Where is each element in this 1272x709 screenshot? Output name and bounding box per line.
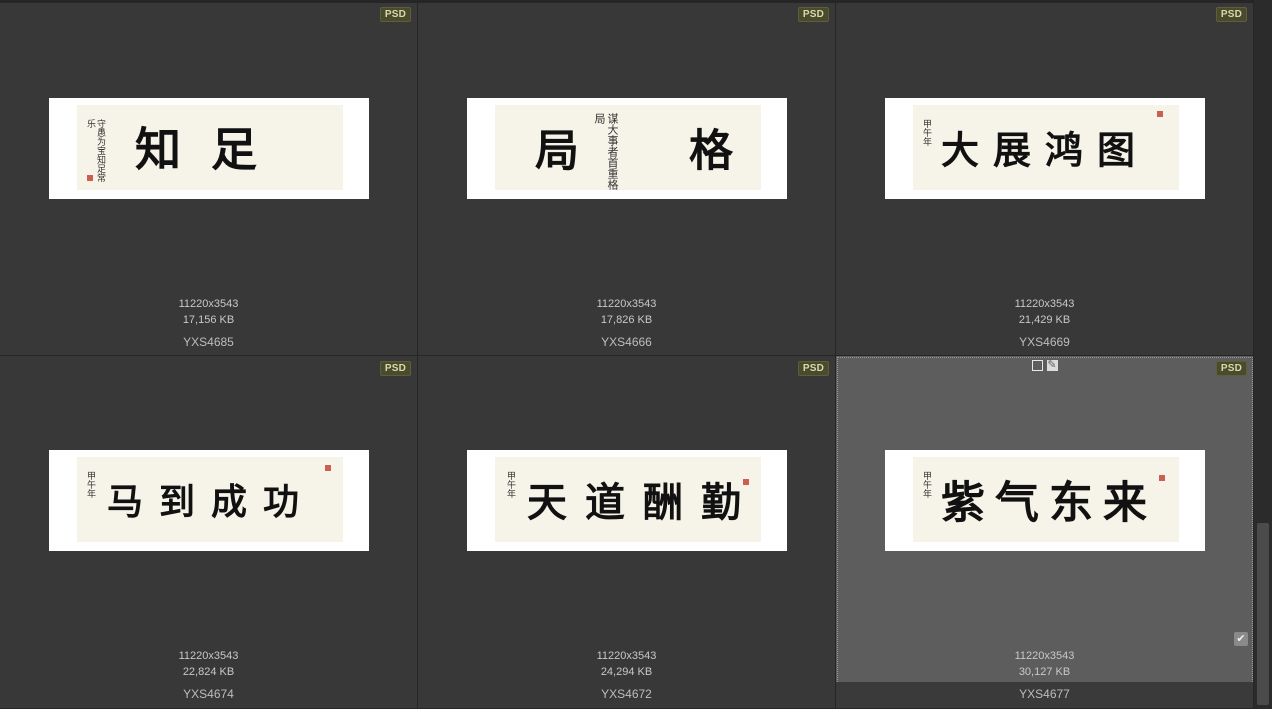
- calligraphy-inscription: 甲午年: [85, 471, 95, 498]
- calligraphy-main-text: 知足: [135, 122, 287, 177]
- file-name[interactable]: YXS4677: [836, 687, 1253, 701]
- format-badge: PSD: [379, 361, 411, 376]
- thumbnail-cell[interactable]: PSD 天道酬勤 甲午年 11220x3543 24,294 KB YXS467…: [418, 356, 836, 709]
- calligraphy-main-text: 局格: [535, 125, 733, 177]
- thumbnail-cell[interactable]: PSD 大展鸿图 甲午年 11220x3543 21,429 KB YXS466…: [836, 0, 1254, 356]
- file-name[interactable]: YXS4669: [836, 335, 1253, 349]
- thumbnail-cell[interactable]: PSD 局格 谋大事者首重格局 11220x3543 17,826 KB YXS…: [418, 0, 836, 356]
- seal-stamp: [1157, 111, 1163, 117]
- check-icon[interactable]: ✔: [1234, 632, 1248, 646]
- file-size: 17,156 KB: [182, 314, 235, 326]
- format-badge: PSD: [1215, 7, 1247, 22]
- thumbnail-image[interactable]: 天道酬勤 甲午年: [467, 450, 787, 551]
- file-dimensions: 11220x3543: [596, 650, 657, 662]
- thumbnail-cell[interactable]: PSD 马到成功 甲午年 11220x3543 22,824 KB YXS467…: [0, 356, 418, 709]
- thumbnail-image[interactable]: 局格 谋大事者首重格局: [467, 98, 787, 199]
- file-meta: 11220x3543 17,826 KB: [418, 296, 835, 328]
- seal-stamp: [1159, 475, 1165, 481]
- calligraphy-paper: 天道酬勤 甲午年: [495, 457, 761, 542]
- format-badge: PSD: [379, 7, 411, 22]
- calligraphy-paper: 局格 谋大事者首重格局: [495, 105, 761, 190]
- file-size: 30,127 KB: [1018, 666, 1071, 678]
- thumbnail-image[interactable]: 紫气东来 甲午年: [885, 450, 1205, 551]
- calligraphy-paper: 紫气东来 甲午年: [913, 457, 1179, 542]
- thumbnail-image[interactable]: 知足 守愚为宝知足常乐: [49, 98, 369, 199]
- calligraphy-paper: 大展鸿图 甲午年: [913, 105, 1179, 190]
- seal-stamp: [743, 479, 749, 485]
- calligraphy-main-text: 紫气东来: [941, 477, 1157, 529]
- format-badge: PSD: [797, 7, 829, 22]
- file-meta: 11220x3543 30,127 KB: [836, 648, 1253, 680]
- file-dimensions: 11220x3543: [1014, 650, 1075, 662]
- file-dimensions: 11220x3543: [178, 650, 239, 662]
- calligraphy-inscription: 甲午年: [921, 471, 931, 498]
- file-dimensions: 11220x3543: [596, 298, 657, 310]
- calligraphy-main-text: 大展鸿图: [941, 126, 1150, 172]
- file-name[interactable]: YXS4685: [0, 335, 417, 349]
- scrollbar-thumb[interactable]: [1257, 523, 1269, 705]
- file-size: 17,826 KB: [600, 314, 653, 326]
- calligraphy-inscription: 谋大事者首重格局: [593, 113, 619, 190]
- thumbnail-cell-selected[interactable]: ✎ PSD 紫气东来 甲午年 ✔ 11220x3543 30,127 KB YX…: [836, 356, 1254, 709]
- file-meta: 11220x3543 17,156 KB: [0, 296, 417, 328]
- thumbnail-cell[interactable]: PSD 知足 守愚为宝知足常乐 11220x3543 17,156 KB YXS…: [0, 0, 418, 356]
- thumbnail-image[interactable]: 马到成功 甲午年: [49, 450, 369, 551]
- calligraphy-main-text: 马到成功: [107, 480, 316, 523]
- calligraphy-inscription: 甲午年: [921, 119, 931, 146]
- file-dimensions: 11220x3543: [1014, 298, 1075, 310]
- thumbnail-image[interactable]: 大展鸿图 甲午年: [885, 98, 1205, 199]
- seal-stamp: [87, 175, 93, 181]
- file-size: 21,429 KB: [1018, 314, 1071, 326]
- format-badge: PSD: [797, 361, 829, 376]
- file-size: 24,294 KB: [600, 666, 653, 678]
- file-meta: 11220x3543 24,294 KB: [418, 648, 835, 680]
- file-name[interactable]: YXS4672: [418, 687, 835, 701]
- calligraphy-inscription: 甲午年: [505, 471, 515, 498]
- thumbnail-grid: PSD 知足 守愚为宝知足常乐 11220x3543 17,156 KB YXS…: [0, 0, 1254, 709]
- square-icon[interactable]: [1031, 360, 1043, 371]
- file-dimensions: 11220x3543: [178, 298, 239, 310]
- thumbnail-tools: ✎: [1031, 360, 1058, 371]
- format-badge: PSD: [1215, 361, 1247, 376]
- calligraphy-main-text: 天道酬勤: [527, 478, 759, 526]
- vertical-scrollbar[interactable]: [1254, 0, 1272, 709]
- pencil-icon[interactable]: ✎: [1046, 360, 1058, 371]
- file-meta: 11220x3543 22,824 KB: [0, 648, 417, 680]
- file-name[interactable]: YXS4666: [418, 335, 835, 349]
- calligraphy-paper: 知足 守愚为宝知足常乐: [77, 105, 343, 190]
- file-name[interactable]: YXS4674: [0, 687, 417, 701]
- file-meta: 11220x3543 21,429 KB: [836, 296, 1253, 328]
- calligraphy-paper: 马到成功 甲午年: [77, 457, 343, 542]
- file-size: 22,824 KB: [182, 666, 235, 678]
- seal-stamp: [325, 465, 331, 471]
